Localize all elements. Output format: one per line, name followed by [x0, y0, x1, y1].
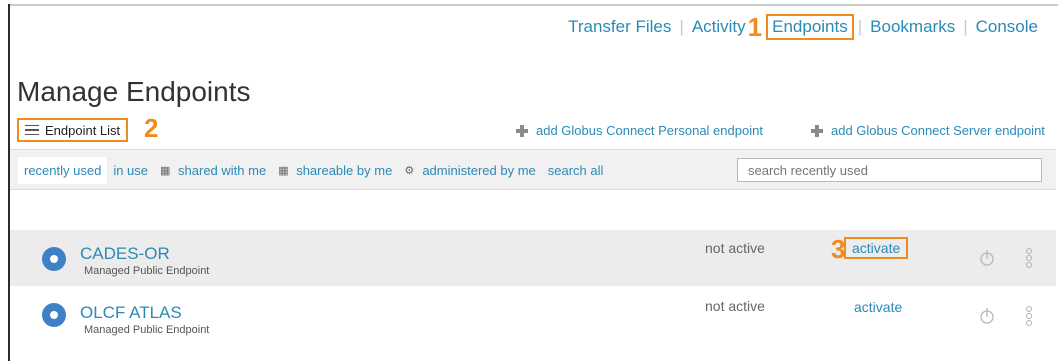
- endpoint-globe-icon: [42, 247, 66, 271]
- endpoint-type: Managed Public Endpoint: [84, 265, 210, 277]
- filter-search-all[interactable]: search all: [542, 157, 610, 184]
- more-options-icon[interactable]: [1026, 248, 1032, 268]
- endpoint-status: not active: [705, 240, 765, 256]
- endpoint-type: Managed Public Endpoint: [84, 324, 210, 336]
- filter-administered-by-me[interactable]: ⚙ administered by me: [398, 157, 541, 184]
- power-icon[interactable]: [980, 307, 994, 324]
- search-input[interactable]: [737, 158, 1042, 182]
- add-server-endpoint-link[interactable]: add Globus Connect Server endpoint: [811, 123, 1045, 138]
- table-row[interactable]: CADES-OR Managed Public Endpoint not act…: [10, 230, 1056, 286]
- add-server-endpoint-label: add Globus Connect Server endpoint: [831, 123, 1045, 138]
- nav-bookmarks[interactable]: Bookmarks: [862, 17, 963, 37]
- filter-administered-by-me-label: administered by me: [422, 163, 536, 178]
- endpoint-status: not active: [705, 298, 765, 314]
- nav-endpoints[interactable]: Endpoints: [766, 14, 854, 40]
- admin-icon: ⚙: [404, 164, 415, 177]
- shared-icon: ▦: [160, 164, 171, 177]
- shareable-icon: ▦: [278, 164, 289, 177]
- filter-shared-with-me[interactable]: ▦ shared with me: [154, 157, 272, 184]
- endpoint-name[interactable]: OLCF ATLAS: [80, 303, 182, 323]
- page-title: Manage Endpoints: [17, 76, 251, 107]
- filter-in-use[interactable]: in use: [107, 157, 154, 184]
- top-nav: Transfer Files | Activity 1 Endpoints | …: [560, 14, 1046, 40]
- filter-shared-with-me-label: shared with me: [178, 163, 267, 178]
- list-icon: [25, 124, 39, 136]
- table-row[interactable]: OLCF ATLAS Managed Public Endpoint not a…: [10, 288, 1056, 344]
- endpoint-list-label: Endpoint List: [45, 122, 121, 138]
- activate-link[interactable]: activate: [854, 299, 902, 315]
- add-personal-endpoint-link[interactable]: add Globus Connect Personal endpoint: [516, 123, 763, 138]
- callout-1: 1: [747, 12, 763, 42]
- filter-shareable-by-me[interactable]: ▦ shareable by me: [272, 157, 398, 184]
- app-frame: Transfer Files | Activity 1 Endpoints | …: [0, 0, 1058, 361]
- filter-shareable-by-me-label: shareable by me: [296, 163, 393, 178]
- plus-icon: [516, 124, 528, 137]
- nav-console[interactable]: Console: [968, 17, 1046, 37]
- endpoint-name[interactable]: CADES-OR: [80, 244, 170, 264]
- power-icon[interactable]: [980, 249, 994, 266]
- endpoint-globe-icon: [42, 303, 66, 327]
- nav-transfer-files[interactable]: Transfer Files: [560, 17, 679, 37]
- filter-tabs: recently used in use ▦ shared with me ▦ …: [18, 150, 609, 191]
- filter-recently-used[interactable]: recently used: [18, 157, 108, 184]
- activate-link[interactable]: activate: [844, 237, 909, 259]
- endpoint-list-button[interactable]: Endpoint List: [17, 118, 129, 142]
- callout-2: 2: [144, 113, 159, 143]
- nav-activity[interactable]: Activity: [684, 17, 754, 37]
- top-divider: [8, 4, 1058, 6]
- more-options-icon[interactable]: [1026, 306, 1032, 326]
- add-personal-endpoint-label: add Globus Connect Personal endpoint: [536, 123, 763, 138]
- plus-icon: [811, 124, 823, 137]
- filter-bar: recently used in use ▦ shared with me ▦ …: [10, 149, 1056, 190]
